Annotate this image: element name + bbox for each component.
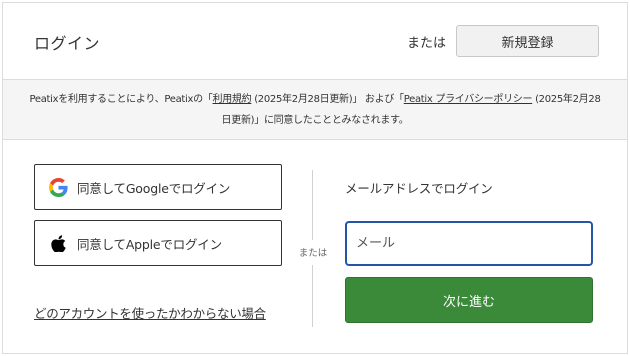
- login-card: ログイン または 新規登録 Peatixを利用することにより、Peatixの「利…: [2, 2, 628, 354]
- email-login-heading: メールアドレスでログイン: [345, 181, 493, 196]
- apple-icon: [48, 233, 68, 253]
- privacy-policy-link[interactable]: Peatix プライバシーポリシー: [404, 94, 533, 105]
- vertical-divider-top: [312, 170, 313, 240]
- divider-or-label: または: [298, 248, 328, 259]
- apple-login-button[interactable]: 同意してAppleでログイン: [34, 220, 282, 266]
- forgot-account-link[interactable]: どのアカウントを使ったかわからない場合: [34, 303, 266, 322]
- google-login-button[interactable]: 同意してGoogleでログイン: [34, 164, 282, 210]
- page-title: ログイン: [34, 34, 101, 53]
- terms-text-2: (2025年2月28日更新)」 および「: [251, 94, 404, 105]
- email-input[interactable]: [345, 221, 593, 266]
- terms-of-use-link[interactable]: 利用規約: [213, 94, 252, 105]
- google-icon: [48, 177, 68, 197]
- signup-button[interactable]: 新規登録: [456, 25, 599, 57]
- vertical-divider-bottom: [312, 265, 313, 327]
- terms-notice: Peatixを利用することにより、Peatixの「利用規約 (2025年2月28…: [3, 79, 627, 140]
- login-header: ログイン または 新規登録: [3, 3, 627, 79]
- or-label: または: [407, 36, 447, 51]
- next-button[interactable]: 次に進む: [345, 277, 593, 323]
- apple-login-label: 同意してAppleでログイン: [77, 236, 222, 252]
- google-login-label: 同意してGoogleでログイン: [77, 180, 231, 196]
- terms-text-1: Peatixを利用することにより、Peatixの「: [29, 94, 213, 105]
